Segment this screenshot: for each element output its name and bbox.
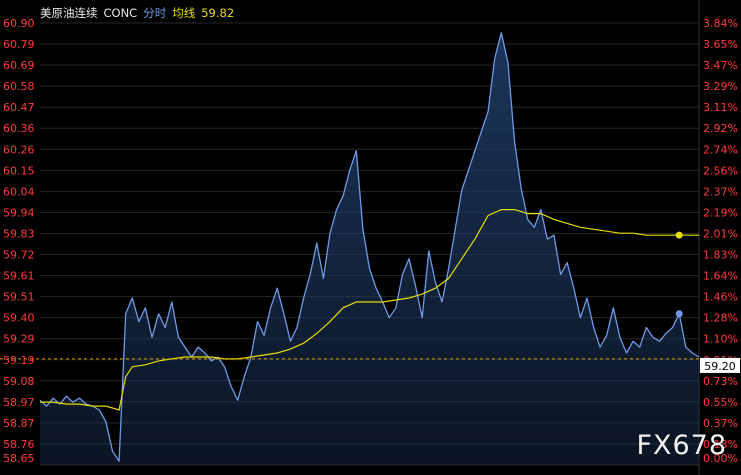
y-tick-label-left: 59.19 (3, 354, 35, 367)
y-tick-label-left: 60.15 (3, 164, 35, 177)
y-tick-label-left: 60.79 (3, 38, 35, 51)
y-tick-label-left: 59.94 (3, 206, 35, 219)
y-tick-label-right: 0.37% (703, 417, 738, 430)
y-tick-label-left: 60.90 (3, 17, 35, 30)
y-tick-label-left: 60.04 (3, 185, 35, 198)
y-tick-label-left: 60.36 (3, 122, 35, 135)
price-end-marker (675, 310, 683, 318)
y-tick-label-right: 2.56% (703, 164, 738, 177)
y-tick-label-right: 1.28% (703, 312, 738, 325)
y-tick-label-left: 59.08 (3, 375, 35, 388)
y-tick-label-left: 59.29 (3, 333, 35, 346)
y-tick-label-left: 58.97 (3, 396, 35, 409)
y-tick-label-right: 3.47% (703, 59, 738, 72)
y-tick-label-right: 3.11% (703, 101, 738, 114)
y-tick-label-right: 2.74% (703, 143, 738, 156)
y-tick-label-left: 60.69 (3, 59, 35, 72)
y-tick-label-left: 59.72 (3, 249, 35, 262)
y-tick-label-right: 2.37% (703, 185, 738, 198)
y-tick-label-right: 2.19% (703, 206, 738, 219)
instrument-code: CONC (103, 6, 138, 20)
chart-stage: 60.90 3.84% 60.79 3.65% 60.69 3.47% 60.58 3.29%… (0, 0, 741, 475)
price-area (40, 32, 699, 466)
y-tick-label-left: 60.47 (3, 101, 35, 114)
y-tick-label-right: 2.01% (703, 227, 738, 240)
intraday-chart: 60.90 3.84% 60.79 3.65% 60.69 3.47% 60.58 3.29%… (0, 0, 741, 475)
y-tick-label-right: 1.83% (703, 249, 738, 262)
y-tick-label-left: 58.76 (3, 438, 35, 451)
watermark-logo: FX678 (636, 430, 727, 461)
y-tick-label-left: 58.65 (3, 452, 35, 465)
current-price-label: 59.20 (704, 360, 736, 373)
y-tick-label-right: 0.73% (703, 375, 738, 388)
y-tick-label-left: 59.51 (3, 291, 35, 304)
y-tick-label-right: 1.10% (703, 333, 738, 346)
y-tick-label-left: 59.83 (3, 227, 35, 240)
y-tick-label-left: 60.26 (3, 143, 35, 156)
y-tick-label-right: 2.92% (703, 122, 738, 135)
chart-header: 美原油连续 CONC 分时 均线 59.82 (40, 5, 240, 21)
average-end-marker (675, 231, 683, 239)
avg-value: 59.82 (201, 6, 235, 20)
y-tick-label-left: 58.87 (3, 417, 35, 430)
y-tick-label-right: 3.29% (703, 80, 738, 93)
y-tick-label-right: 3.65% (703, 38, 738, 51)
y-tick-label-right: 1.64% (703, 270, 738, 283)
y-tick-label-left: 60.58 (3, 80, 35, 93)
y-tick-label-right: 1.46% (703, 291, 738, 304)
avg-label: 均线 (172, 6, 196, 20)
y-tick-label-left: 59.40 (3, 312, 35, 325)
y-tick-label-right: 0.55% (703, 396, 738, 409)
y-tick-label-right: 3.84% (703, 17, 738, 30)
mode-label: 分时 (143, 6, 167, 20)
instrument-name: 美原油连续 (40, 6, 98, 20)
y-tick-label-left: 59.61 (3, 270, 35, 283)
